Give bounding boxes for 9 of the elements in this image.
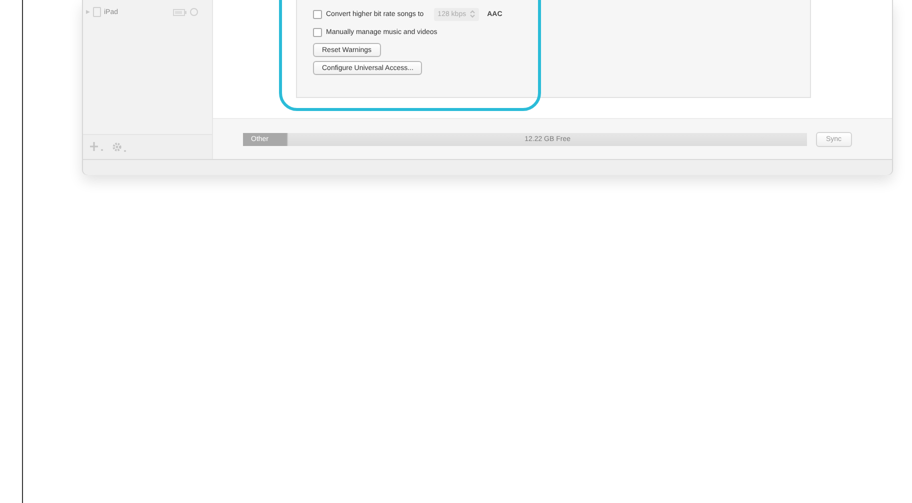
sync-status-icon[interactable] [190,8,198,16]
add-icon[interactable] [90,142,104,152]
battery-icon [173,8,187,16]
checkbox[interactable] [313,10,322,18]
disclosure-triangle-icon[interactable] [86,10,90,14]
tablet-icon [93,7,101,17]
stepper-arrows-icon[interactable] [470,10,476,18]
checkbox[interactable] [313,28,322,36]
settings-icon[interactable] [112,142,128,152]
